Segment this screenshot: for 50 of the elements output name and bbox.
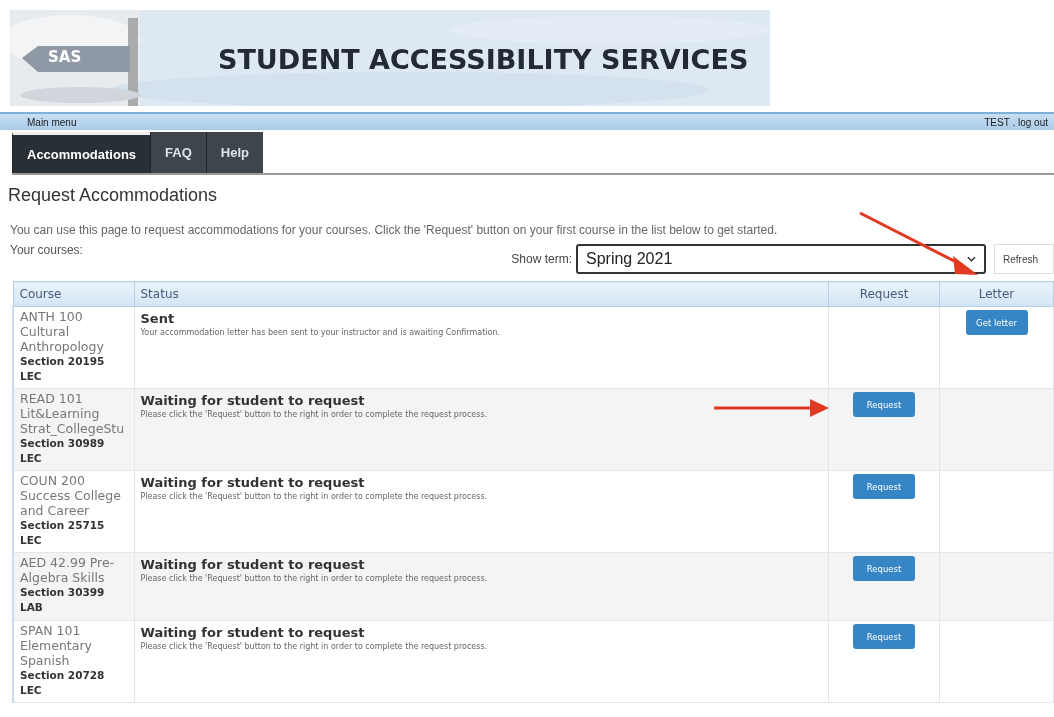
course-name: ANTH 100 Cultural Anthropology [20,309,105,354]
status-title: Sent [140,311,176,326]
request-button[interactable]: Request [853,392,915,417]
status-title: Waiting for student to request [140,475,366,490]
column-header: Letter [939,281,1054,307]
status-message: Please click the 'Request' button to the right in order to complete the request process. [140,574,489,583]
request-button[interactable]: Request [853,474,915,499]
get-letter-button[interactable]: Get letter [965,310,1028,335]
request-button[interactable]: Request [853,624,915,649]
chevron-icon [967,256,976,262]
column-header: Course [13,281,134,307]
nav-tab[interactable]: FAQ [150,132,206,173]
status-message: Please click the 'Request' button to the right in order to complete the request process. [140,410,489,419]
courses-label: Your courses: [10,243,83,257]
term-label: Show term: [511,252,572,266]
course-name: SPAN 101 Elementary Spanish [20,623,93,668]
nav-tab[interactable]: Help [205,132,263,173]
page-title: Request Accommodations [8,185,219,206]
banner-title: STUDENT ACCESSIBILITY SERVICES [218,44,749,75]
course-type: LEC [20,533,43,548]
course-name: AED 42.99 Pre-Algebra Skills [20,555,116,585]
logout-link[interactable]: log out [1017,116,1048,128]
status-message: Your accommodation letter has been sent to your instructor and is awaiting Confirmation. [140,328,502,337]
status-title: Waiting for student to request [140,625,366,640]
course-name: COUN 200 Success College and Career [20,473,122,518]
term-select[interactable]: Spring 2021 [576,244,986,274]
column-header: Status [134,281,829,307]
status-message: Please click the 'Request' button to the right in order to complete the request process. [140,492,489,501]
course-name: READ 101 Lit&Learning Strat_CollegeStu [20,391,126,436]
section-number: Section 20728 [20,668,106,683]
nav-tab[interactable]: Accommodations [12,132,151,173]
request-button[interactable]: Request [853,556,915,581]
status-title: Waiting for student to request [140,557,366,572]
separator-text: . [1012,116,1016,128]
intro-text: You can use this page to request accommodations for your courses. Click the 'Request' button on your first course in the list below to get started. [10,223,779,237]
status-message: Please click the 'Request' button to the right in order to complete the request process. [140,642,489,651]
section-number: Section 20195 [20,354,106,369]
section-number: Section 30989 [20,436,106,451]
status-title: Waiting for student to request [140,393,366,408]
section-number: Section 30399 [20,585,106,600]
logo-text: SAS [48,48,82,66]
course-type: LEC [20,683,43,698]
user-name: TEST [984,116,1010,128]
course-type: LAB [20,600,44,615]
course-type: LEC [20,451,43,466]
course-type: LEC [20,369,43,384]
main-menu-label: Main menu [27,116,77,128]
refresh-button[interactable]: Refresh [994,244,1054,274]
section-number: Section 25715 [20,518,106,533]
column-header: Request [828,281,940,307]
